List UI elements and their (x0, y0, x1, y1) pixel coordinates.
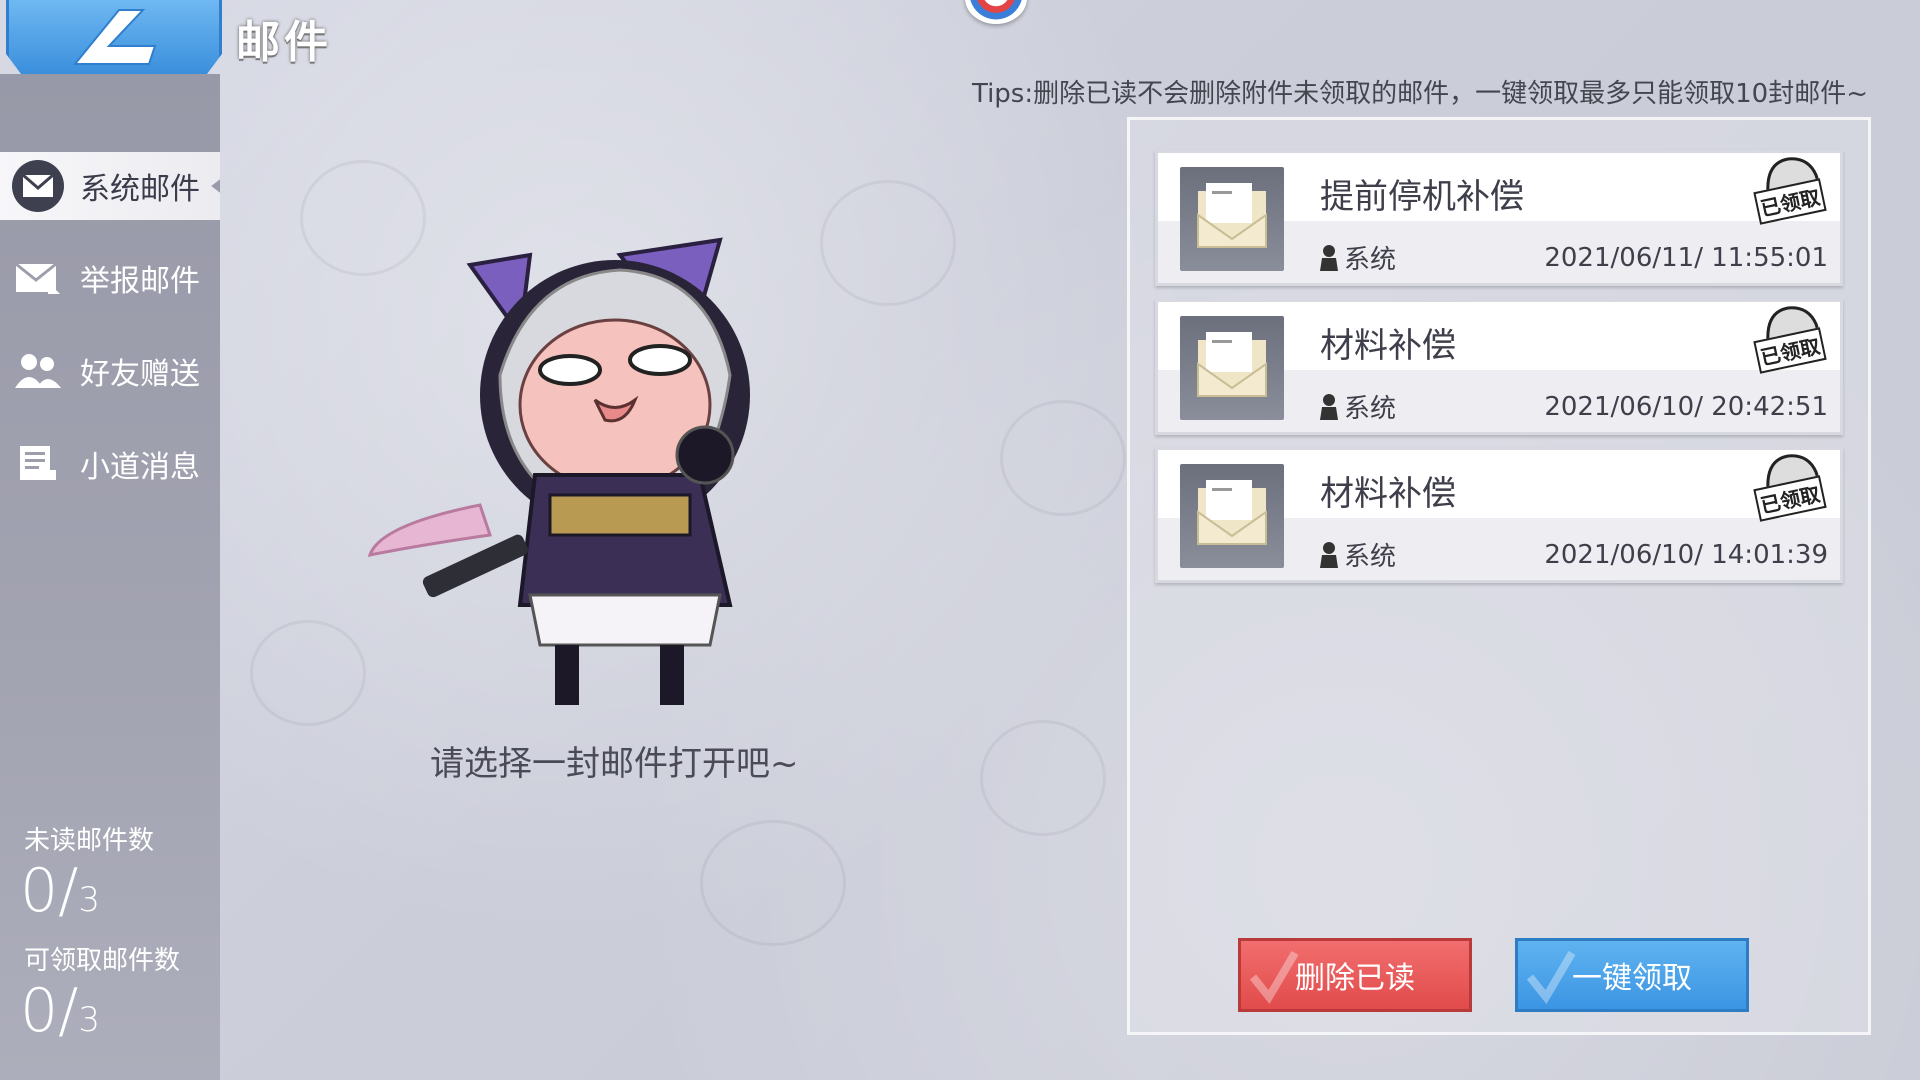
checkmark-icon (1249, 950, 1299, 1005)
bg-doodle (820, 180, 956, 306)
unread-count: 0/3 (20, 856, 101, 926)
mail-sender: 系统 (1320, 536, 1396, 573)
claim-all-label: 一键领取 (1572, 961, 1692, 996)
claimed-stamp-icon: 已领取 (1753, 304, 1832, 382)
mail-date: 2021/06/10/ 14:01:39 (1544, 540, 1828, 570)
select-mail-hint: 请选择一封邮件打开吧~ (430, 744, 799, 784)
claim-all-button[interactable]: 一键领取 (1515, 938, 1749, 1012)
bg-doodle (1000, 400, 1126, 516)
unread-count-label: 未读邮件数 (24, 826, 155, 856)
person-icon (1320, 541, 1338, 568)
sidebar-item-news[interactable]: 小道消息 (0, 430, 220, 498)
system-mail-icon (10, 158, 66, 214)
bg-doodle (700, 820, 846, 946)
envelope-icon (1180, 316, 1284, 420)
sidebar-item-friends[interactable]: 好友赠送 (0, 337, 220, 405)
person-icon (1320, 244, 1338, 271)
mail-title: 材料补偿 (1320, 326, 1456, 366)
mail-item[interactable]: 材料补偿 系统 2021/06/10/ 20:42:51 已领取 (1155, 299, 1843, 435)
claimable-count-label: 可领取邮件数 (24, 946, 181, 976)
delete-read-button[interactable]: 删除已读 (1238, 938, 1472, 1012)
mail-sender: 系统 (1320, 388, 1396, 425)
tips-text: Tips:删除已读不会删除附件未领取的邮件，一键领取最多只能领取10封邮件~ (972, 79, 1868, 109)
back-arrow-icon (72, 9, 157, 65)
friends-icon (10, 343, 66, 399)
mail-title: 材料补偿 (1320, 474, 1456, 514)
mail-title: 提前停机补偿 (1320, 177, 1524, 217)
mail-date: 2021/06/11/ 11:55:01 (1544, 243, 1828, 273)
bg-doodle (980, 720, 1106, 836)
checkmark-icon (1526, 950, 1576, 1005)
bg-doodle (250, 620, 366, 726)
envelope-icon (1180, 464, 1284, 568)
mail-sender: 系统 (1320, 239, 1396, 276)
mail-item[interactable]: 提前停机补偿 系统 2021/06/11/ 11:55:01 已领取 (1155, 150, 1843, 286)
news-icon (10, 436, 66, 492)
claimable-count: 0/3 (20, 976, 101, 1046)
sidebar-item-label: 好友赠送 (80, 357, 200, 392)
sidebar: 系统邮件 举报邮件 好友赠送 小道消息 未读邮件数 0/3 可领取邮件数 0/3 (0, 74, 220, 1080)
back-button[interactable] (6, 0, 222, 77)
sidebar-item-label: 小道消息 (80, 450, 200, 485)
delete-read-label: 删除已读 (1295, 961, 1415, 996)
mail-item[interactable]: 材料补偿 系统 2021/06/10/ 14:01:39 已领取 (1155, 447, 1843, 583)
claimed-stamp-icon: 已领取 (1753, 155, 1832, 233)
mascot-character-image (367, 237, 750, 705)
envelope-icon (1180, 167, 1284, 271)
sidebar-item-label: 举报邮件 (80, 264, 200, 299)
sidebar-item-report-mail[interactable]: 举报邮件 (0, 244, 220, 312)
sidebar-item-system-mail[interactable]: 系统邮件 (0, 152, 220, 220)
page-title: 邮件 (236, 17, 332, 68)
top-orb-icon[interactable] (965, 0, 1027, 24)
claimed-stamp-icon: 已领取 (1753, 452, 1832, 530)
mail-date: 2021/06/10/ 20:42:51 (1544, 392, 1828, 422)
person-icon (1320, 393, 1338, 420)
sidebar-item-label: 系统邮件 (80, 172, 200, 207)
report-mail-icon (10, 250, 66, 306)
